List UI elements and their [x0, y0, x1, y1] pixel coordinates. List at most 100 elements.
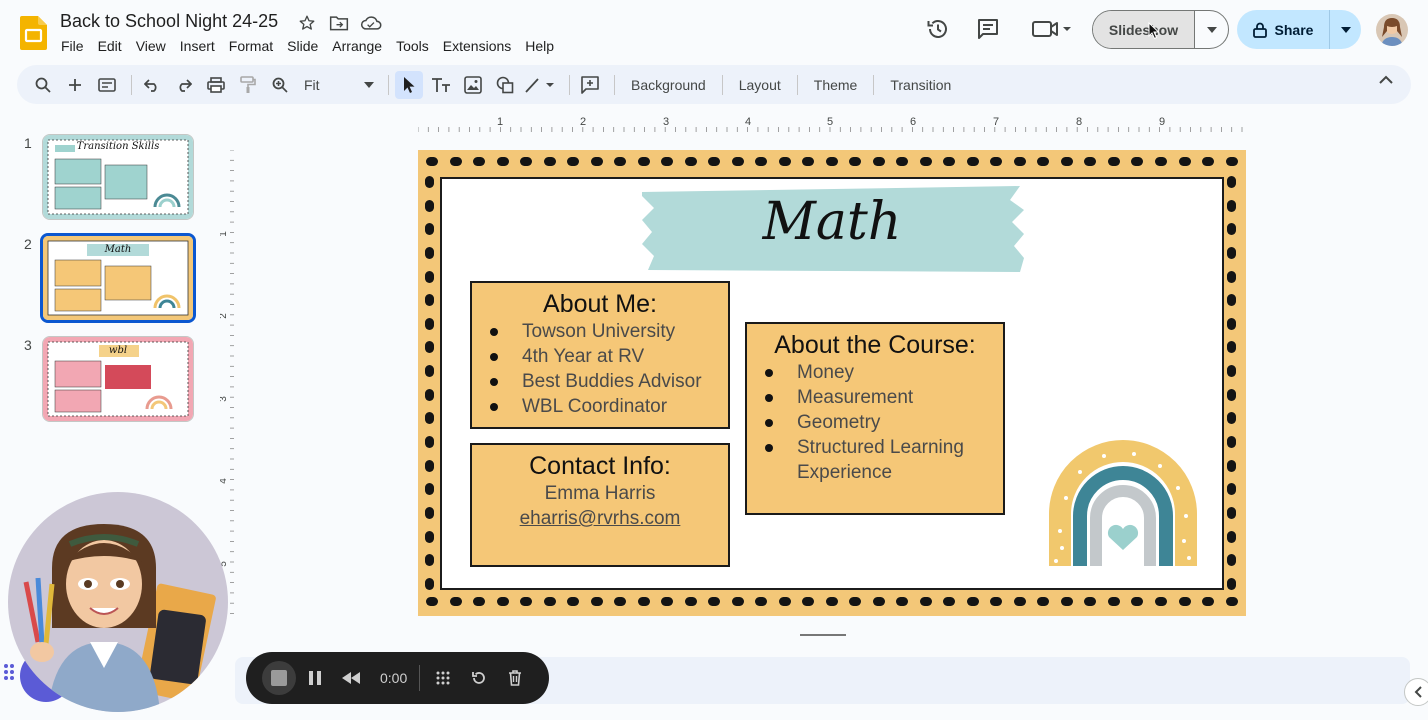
contact-email-link[interactable]: eharris@rvrhs.com	[472, 506, 728, 531]
border-dot	[1227, 388, 1236, 401]
vertical-ruler[interactable]: 1 2 3 4 5	[220, 150, 234, 616]
border-dot	[1037, 157, 1050, 166]
slide-thumbnail-3[interactable]: wbl	[42, 336, 194, 422]
caret-down-icon	[364, 81, 374, 88]
menu-slide[interactable]: Slide	[280, 36, 325, 56]
border-dot	[872, 597, 885, 606]
drag-handle-icon[interactable]	[3, 663, 15, 681]
border-dot	[825, 597, 838, 606]
border-dot	[473, 157, 486, 166]
menu-extensions[interactable]: Extensions	[436, 36, 518, 56]
border-dot	[1227, 294, 1236, 307]
rewind-button[interactable]	[334, 661, 368, 695]
border-dot	[520, 597, 533, 606]
ruler-label: 2	[580, 116, 586, 128]
new-slide-layout-icon[interactable]	[93, 71, 121, 99]
slide-thumbnail-1[interactable]: Transition Skills	[42, 134, 194, 220]
slides-logo-icon[interactable]	[20, 16, 47, 50]
transition-button[interactable]: Transition	[880, 77, 961, 93]
toolbar-divider	[569, 74, 570, 95]
version-history-icon[interactable]	[925, 16, 951, 42]
border-dot	[684, 597, 697, 606]
redo-icon[interactable]	[170, 71, 198, 99]
list-item: 4th Year at RV	[486, 344, 728, 369]
recording-timer: 0:00	[380, 670, 408, 686]
move-folder-icon[interactable]	[328, 12, 350, 34]
comments-icon[interactable]	[975, 16, 1001, 42]
text-box-icon[interactable]	[427, 71, 455, 99]
background-button[interactable]: Background	[621, 77, 716, 93]
horizontal-ruler[interactable]: 1 2 3 4 5 6 7 8 9	[418, 112, 1246, 132]
about-course-box[interactable]: About the Course: Money Measurement Geom…	[745, 322, 1005, 515]
share-button[interactable]: Share	[1237, 10, 1329, 49]
slideshow-options-dropdown[interactable]	[1194, 11, 1228, 48]
grid-dots-button[interactable]	[426, 661, 460, 695]
camera-bubble[interactable]	[8, 492, 228, 712]
border-dot	[426, 597, 438, 606]
theme-button[interactable]: Theme	[804, 77, 868, 93]
border-dot	[990, 597, 1003, 606]
border-dot	[1227, 530, 1236, 543]
line-tool-icon[interactable]	[523, 71, 559, 99]
share-options-dropdown[interactable]	[1329, 10, 1361, 49]
border-dot	[943, 157, 956, 166]
print-icon[interactable]	[202, 71, 230, 99]
account-avatar[interactable]	[1376, 14, 1408, 46]
border-dot	[543, 597, 556, 606]
menu-tools[interactable]: Tools	[389, 36, 436, 56]
paint-format-icon[interactable]	[234, 71, 262, 99]
menu-arrange[interactable]: Arrange	[325, 36, 389, 56]
zoom-icon[interactable]	[266, 71, 294, 99]
slide-canvas[interactable]: Math About Me: Towson University 4th Yea…	[418, 150, 1246, 616]
restart-button[interactable]	[462, 661, 496, 695]
border-dot	[778, 597, 791, 606]
border-dot	[990, 157, 1003, 166]
shape-icon[interactable]	[491, 71, 519, 99]
border-dot	[802, 157, 815, 166]
search-menus-icon[interactable]	[29, 71, 57, 99]
select-cursor-icon[interactable]	[395, 70, 423, 99]
border-dots-right	[1227, 176, 1239, 590]
rainbow-heart-image[interactable]	[1046, 436, 1200, 570]
border-dot	[661, 597, 674, 606]
border-dot	[825, 157, 838, 166]
contact-info-box[interactable]: Contact Info: Emma Harris eharris@rvrhs.…	[470, 443, 730, 567]
slideshow-button[interactable]: Slideshow	[1093, 11, 1194, 48]
menu-insert[interactable]: Insert	[173, 36, 222, 56]
menu-help[interactable]: Help	[518, 36, 561, 56]
border-dot	[637, 597, 650, 606]
collapse-toolbar-chevron-icon[interactable]	[1379, 75, 1393, 84]
border-dots-bottom	[426, 597, 1238, 609]
slide-title[interactable]: Math	[640, 192, 1024, 252]
menu-view[interactable]: View	[129, 36, 173, 56]
menu-format[interactable]: Format	[222, 36, 280, 56]
main-toolbar: Fit Background Layout Theme Transition	[17, 65, 1411, 104]
border-dot	[1227, 436, 1236, 449]
layout-button[interactable]: Layout	[729, 77, 791, 93]
border-dot	[1154, 597, 1167, 606]
stop-recording-button[interactable]	[262, 661, 296, 695]
undo-icon[interactable]	[138, 71, 166, 99]
border-dot	[425, 506, 434, 519]
new-slide-plus-icon[interactable]	[61, 71, 89, 99]
border-dot	[425, 436, 434, 449]
insert-image-icon[interactable]	[459, 71, 487, 99]
star-icon[interactable]	[296, 12, 318, 34]
menu-edit[interactable]: Edit	[91, 36, 129, 56]
cloud-saved-icon[interactable]	[360, 12, 382, 34]
zoom-select[interactable]: Fit	[304, 77, 374, 93]
slide-thumbnail-2[interactable]: Math	[40, 233, 196, 323]
speaker-notes-resize-handle[interactable]	[800, 634, 846, 636]
about-me-box[interactable]: About Me: Towson University 4th Year at …	[470, 281, 730, 429]
document-title[interactable]: Back to School Night 24-25	[60, 11, 278, 32]
show-side-panel-chevron-icon[interactable]	[1404, 678, 1428, 706]
border-dot	[966, 157, 979, 166]
add-comment-icon[interactable]	[576, 71, 604, 99]
meet-camera-icon[interactable]	[1030, 16, 1074, 42]
pause-button[interactable]	[298, 661, 332, 695]
border-dots-top	[426, 157, 1238, 169]
border-dot	[731, 157, 744, 166]
delete-recording-button[interactable]	[498, 661, 532, 695]
menu-file[interactable]: File	[54, 36, 91, 56]
border-dot	[1131, 597, 1144, 606]
